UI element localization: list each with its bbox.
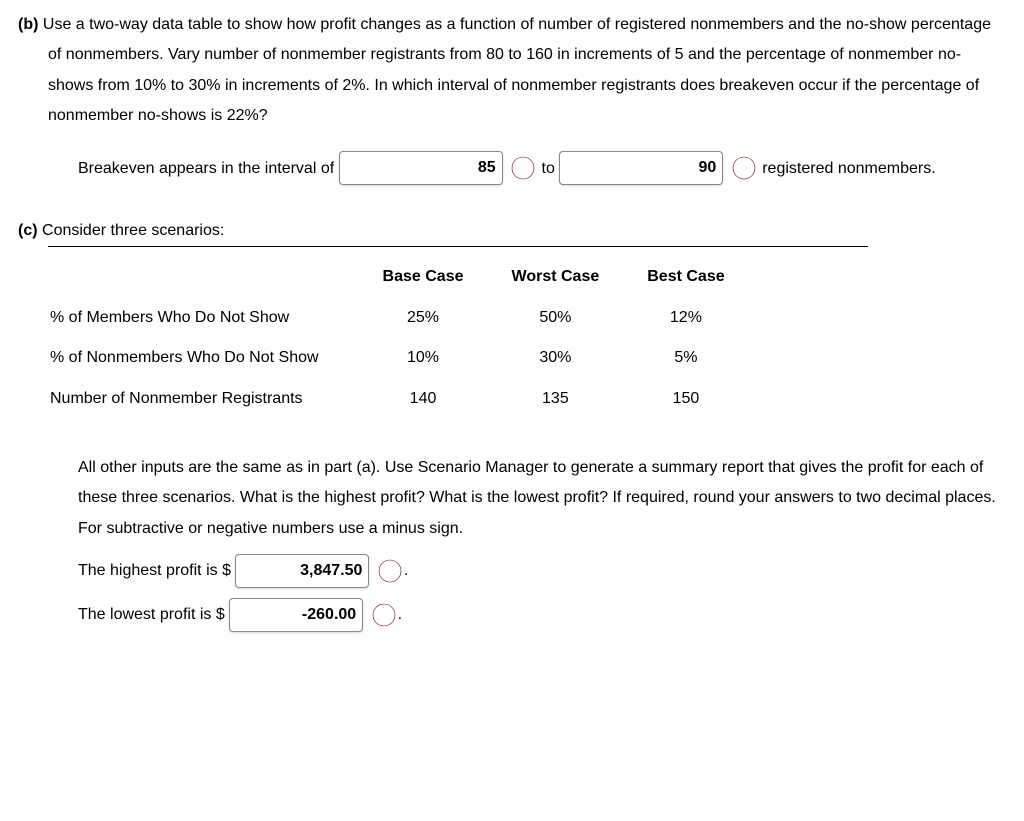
cell: 140 [359, 379, 488, 419]
row-label: % of Nonmembers Who Do Not Show [48, 338, 359, 378]
wrong-icon [511, 156, 535, 180]
col-blank [48, 257, 359, 297]
breakeven-lower-input[interactable] [339, 151, 503, 185]
part-c-post: All other inputs are the same as in part… [48, 453, 1006, 544]
period: . [404, 562, 408, 579]
highest-pre: The highest profit is $ [78, 562, 231, 579]
lowest-pre: The lowest profit is $ [78, 606, 225, 623]
cell: 10% [359, 338, 488, 378]
table-row: Number of Nonmember Registrants 140 135 … [48, 379, 749, 419]
cell: 30% [488, 338, 624, 378]
table-header-row: Base Case Worst Case Best Case [48, 257, 749, 297]
lowest-profit-line: The lowest profit is $ . [48, 598, 1006, 632]
part-b: (b) Use a two-way data table to show how… [18, 10, 1006, 188]
part-c-intro: Consider three scenarios: [42, 222, 224, 239]
breakeven-upper-input[interactable] [559, 151, 723, 185]
breakeven-post: registered nonmembers. [762, 160, 935, 177]
table-row: % of Members Who Do Not Show 25% 50% 12% [48, 298, 749, 338]
part-c-label: (c) [18, 222, 38, 239]
wrong-icon [378, 559, 402, 583]
breakeven-pre: Breakeven appears in the interval of [78, 160, 334, 177]
cell: 135 [488, 379, 624, 419]
col-best: Best Case [623, 257, 748, 297]
cell: 5% [623, 338, 748, 378]
cell: 50% [488, 298, 624, 338]
wrong-icon [372, 603, 396, 627]
col-base: Base Case [359, 257, 488, 297]
cell: 25% [359, 298, 488, 338]
lowest-profit-input[interactable] [229, 598, 363, 632]
table-top-rule [48, 246, 868, 247]
table-row: % of Nonmembers Who Do Not Show 10% 30% … [48, 338, 749, 378]
part-b-prompt: Use a two-way data table to show how pro… [43, 16, 991, 124]
cell: 12% [623, 298, 748, 338]
row-label: % of Members Who Do Not Show [48, 298, 359, 338]
breakeven-answer-line: Breakeven appears in the interval of to … [48, 150, 1006, 188]
period: . [398, 606, 402, 623]
to-label: to [542, 160, 555, 177]
row-label: Number of Nonmember Registrants [48, 379, 359, 419]
wrong-icon [732, 156, 756, 180]
cell: 150 [623, 379, 748, 419]
part-c: (c) Consider three scenarios: Base Case … [18, 216, 1006, 632]
highest-profit-line: The highest profit is $ . [48, 554, 1006, 588]
col-worst: Worst Case [488, 257, 624, 297]
highest-profit-input[interactable] [235, 554, 369, 588]
scenario-table: Base Case Worst Case Best Case % of Memb… [48, 257, 749, 419]
part-b-label: (b) [18, 16, 38, 33]
